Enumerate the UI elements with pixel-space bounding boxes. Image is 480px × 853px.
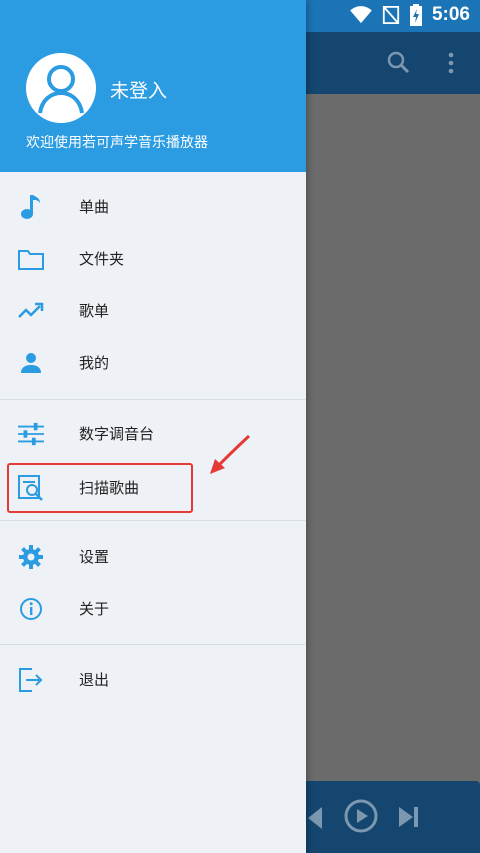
more-options-icon[interactable] <box>448 52 454 74</box>
menu-item-label: 关于 <box>79 600 110 618</box>
next-icon[interactable] <box>399 807 419 827</box>
divider <box>0 644 306 645</box>
person-avatar-icon <box>38 65 84 114</box>
menu-item-label: 歌单 <box>79 302 110 320</box>
menu-item-label: 文件夹 <box>79 250 125 268</box>
search-icon[interactable] <box>386 50 410 74</box>
person-icon <box>18 350 44 376</box>
divider <box>0 520 306 521</box>
annotation-arrow-icon <box>210 434 251 474</box>
menu-item-songs[interactable]: 单曲 <box>0 181 306 233</box>
previous-icon[interactable] <box>308 807 322 829</box>
highlight-box <box>7 463 193 513</box>
mini-player <box>306 781 480 853</box>
avatar[interactable] <box>26 53 96 123</box>
gear-icon <box>18 544 44 570</box>
info-icon <box>18 596 44 622</box>
menu-item-playlists[interactable]: 歌单 <box>0 285 306 337</box>
menu-item-about[interactable]: 关于 <box>0 583 306 635</box>
trending-icon <box>18 298 44 324</box>
music-note-icon <box>18 194 44 220</box>
menu-item-label: 数字调音台 <box>79 425 155 443</box>
menu-item-mine[interactable]: 我的 <box>0 337 306 389</box>
menu-item-equalizer[interactable]: 数字调音台 <box>0 408 306 460</box>
folder-icon <box>18 246 44 272</box>
menu-item-exit[interactable]: 退出 <box>0 654 306 706</box>
wifi-icon <box>350 6 372 24</box>
no-signal-icon <box>382 6 400 24</box>
battery-charging-icon <box>409 4 422 26</box>
menu-item-label: 设置 <box>79 548 110 566</box>
login-status[interactable]: 未登入 <box>110 76 167 103</box>
equalizer-icon <box>18 421 44 447</box>
background-app-bar <box>306 32 480 94</box>
welcome-text: 欢迎使用若可声学音乐播放器 <box>26 135 208 151</box>
menu-item-label: 单曲 <box>79 198 110 216</box>
menu-item-settings[interactable]: 设置 <box>0 531 306 583</box>
divider <box>0 399 306 400</box>
play-icon[interactable] <box>344 799 378 833</box>
background-content <box>306 94 480 781</box>
exit-icon <box>18 667 44 693</box>
clock: 5:06 <box>431 4 470 25</box>
menu-item-folders[interactable]: 文件夹 <box>0 233 306 285</box>
drawer-header: 未登入 欢迎使用若可声学音乐播放器 <box>0 0 306 172</box>
navigation-drawer: 未登入 欢迎使用若可声学音乐播放器 单曲 文件夹 歌单 我的 数字调音台 扫描歌… <box>0 0 306 853</box>
menu-item-label: 我的 <box>79 354 110 372</box>
menu-item-label: 退出 <box>79 671 110 689</box>
